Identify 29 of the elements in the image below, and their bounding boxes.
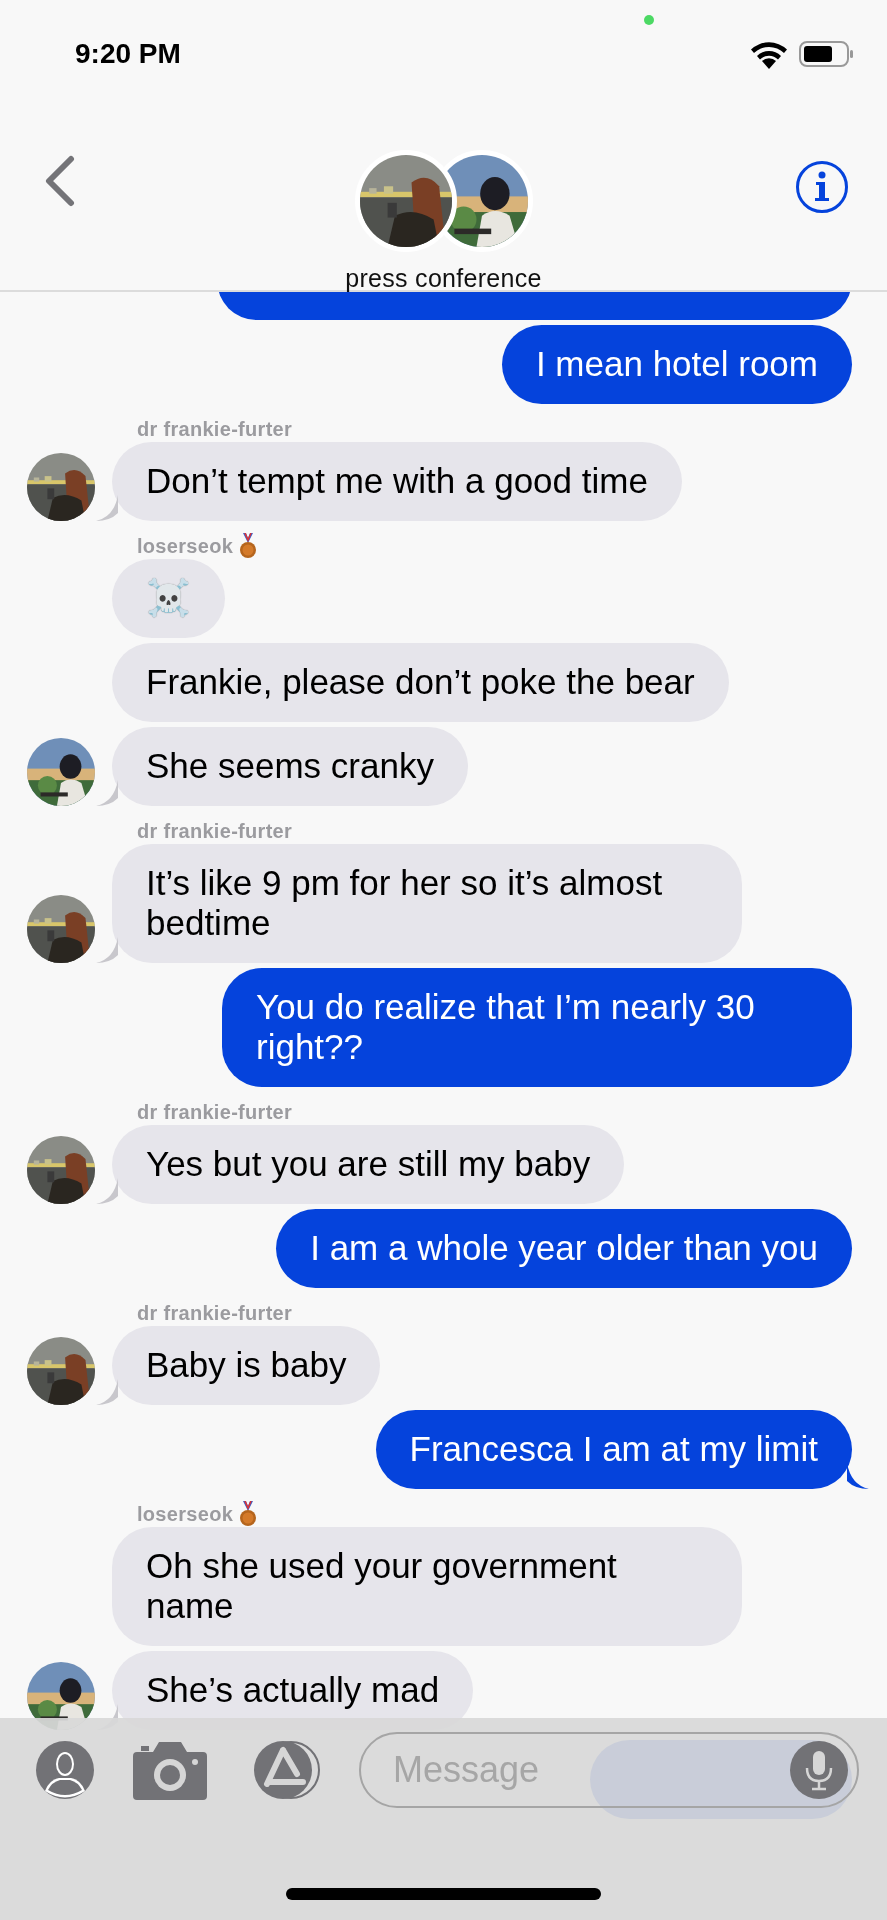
medal-icon xyxy=(239,1501,258,1527)
contact-icon[interactable] xyxy=(35,1740,95,1800)
medal-icon xyxy=(239,533,258,559)
message-bubble: You do realize that I’m nearly 30 right?? xyxy=(222,968,852,1087)
sender-name: dr frankie-furter xyxy=(137,1301,293,1325)
message-bubble: Oh she used your government name xyxy=(112,1527,742,1646)
battery-icon xyxy=(799,40,855,68)
message-bubble: ☠ xyxy=(112,559,225,638)
bubble-tail xyxy=(847,1463,869,1489)
bubble-tail xyxy=(96,1379,118,1405)
status-time: 9:20 PM xyxy=(75,38,181,70)
sender-name: loserseok xyxy=(137,534,234,558)
conversation-title: press conference xyxy=(345,264,542,293)
sender-name: dr frankie-furter xyxy=(137,819,293,843)
camera-icon[interactable] xyxy=(133,1740,207,1800)
wifi-icon xyxy=(749,39,789,69)
bubble-tail xyxy=(96,495,118,521)
bubble-tail xyxy=(96,780,118,806)
microphone-button[interactable] xyxy=(789,1740,849,1800)
bubble-tail xyxy=(96,1178,118,1204)
info-button[interactable] xyxy=(795,160,849,214)
indicator-dot xyxy=(644,15,654,25)
bubble-tail xyxy=(96,937,118,963)
sender-name: dr frankie-furter xyxy=(137,417,293,441)
message-bubble: I am a whole year older than you xyxy=(276,1209,852,1288)
sender-name: loserseok xyxy=(137,1502,234,1526)
message-bubble: Frankie, please don’t poke the bear xyxy=(112,643,729,722)
message-bubble: I mean hotel room xyxy=(501,325,852,404)
sender-name: dr frankie-furter xyxy=(137,1100,293,1124)
